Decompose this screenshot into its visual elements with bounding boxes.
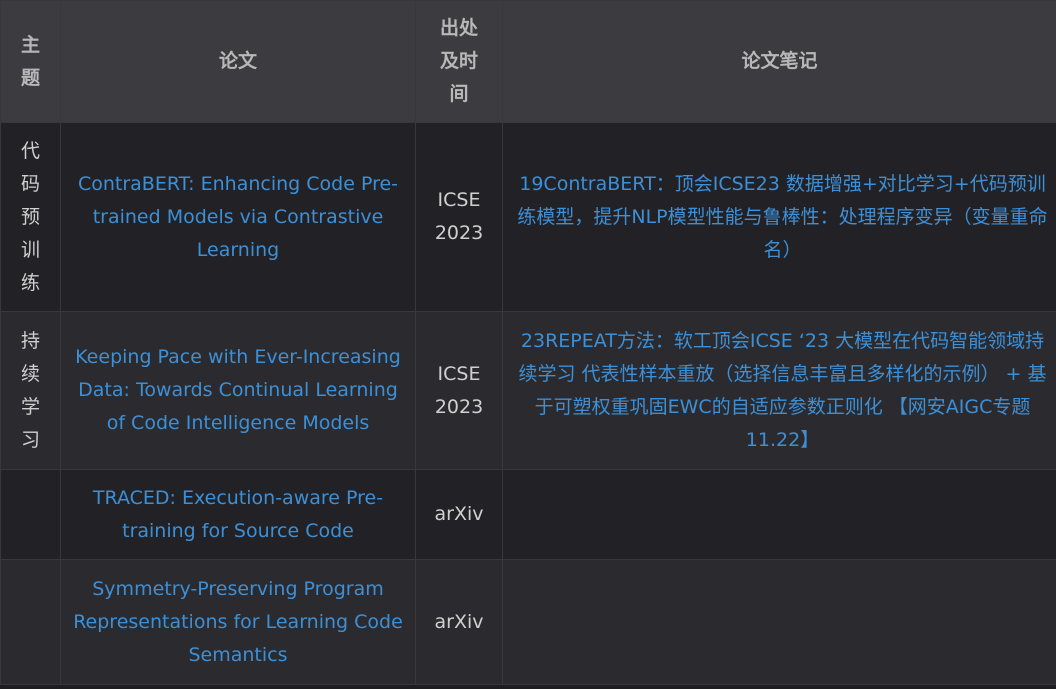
paper-link[interactable]: ContraBERT: Enhancing Code Pre-trained M… xyxy=(78,173,398,261)
venue-cell: arXiv xyxy=(415,559,503,685)
note-link[interactable]: 19ContraBERT：顶会ICSE23 数据增强+对比学习+代码预训练模型，… xyxy=(517,173,1047,261)
note-cell xyxy=(502,559,1056,685)
table-row: Symmetry-Preserving Program Representati… xyxy=(0,559,1056,685)
table-header-row: 主题 论文 出处及时间 论文笔记 xyxy=(0,0,1056,123)
paper-link[interactable]: Keeping Pace with Ever-Increasing Data: … xyxy=(75,346,401,434)
paper-link[interactable]: Symmetry-Preserving Program Representati… xyxy=(73,578,403,666)
paper-cell: TRACED: Execution-aware Pre-training for… xyxy=(60,469,416,560)
paper-link[interactable]: TRACED: Execution-aware Pre-training for… xyxy=(93,487,383,542)
venue-cell: arXiv xyxy=(415,469,503,560)
header-venue: 出处及时间 xyxy=(415,0,503,123)
papers-table: 主题 论文 出处及时间 论文笔记 代码预训练 ContraBERT: Enhan… xyxy=(0,0,1056,685)
note-cell xyxy=(502,469,1056,560)
note-link[interactable]: 23REPEAT方法：软工顶会ICSE ‘23 大模型在代码智能领域持续学习 代… xyxy=(518,330,1046,451)
table-row: TRACED: Execution-aware Pre-training for… xyxy=(0,469,1056,560)
note-cell: 23REPEAT方法：软工顶会ICSE ‘23 大模型在代码智能领域持续学习 代… xyxy=(502,311,1056,470)
note-cell: 19ContraBERT：顶会ICSE23 数据增强+对比学习+代码预训练模型，… xyxy=(502,122,1056,312)
table-row: 代码预训练 ContraBERT: Enhancing Code Pre-tra… xyxy=(0,122,1056,312)
topic-cell xyxy=(0,469,61,560)
topic-cell: 代码预训练 xyxy=(0,122,61,312)
header-topic: 主题 xyxy=(0,0,61,123)
paper-cell: Keeping Pace with Ever-Increasing Data: … xyxy=(60,311,416,470)
paper-cell: Symmetry-Preserving Program Representati… xyxy=(60,559,416,685)
header-notes: 论文笔记 xyxy=(502,0,1056,123)
paper-cell: ContraBERT: Enhancing Code Pre-trained M… xyxy=(60,122,416,312)
venue-cell: ICSE 2023 xyxy=(415,311,503,470)
topic-cell: 持续学习 xyxy=(0,311,61,470)
topic-cell xyxy=(0,559,61,685)
header-paper: 论文 xyxy=(60,0,416,123)
venue-cell: ICSE 2023 xyxy=(415,122,503,312)
table-row: 持续学习 Keeping Pace with Ever-Increasing D… xyxy=(0,311,1056,470)
